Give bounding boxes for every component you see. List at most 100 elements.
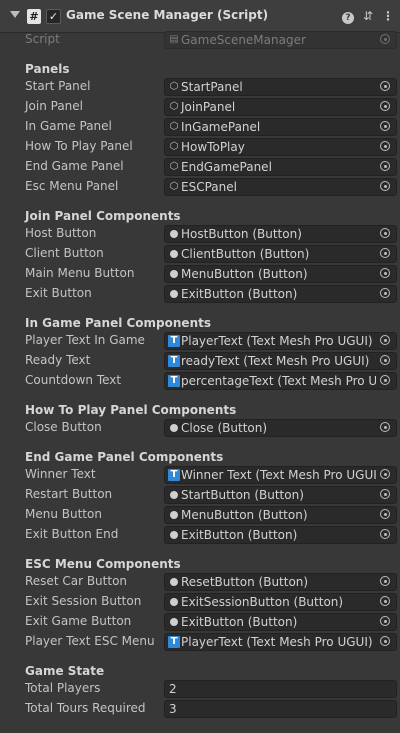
- more-options-icon[interactable]: ⋮: [380, 8, 396, 24]
- component-title[interactable]: Game Scene Manager (Script): [66, 8, 268, 22]
- button-component-icon: [168, 248, 180, 260]
- object-field[interactable]: MenuButton (Button): [164, 506, 397, 524]
- object-picker-icon[interactable]: [376, 353, 396, 369]
- object-picker-icon[interactable]: [376, 527, 396, 543]
- field-value: Close (Button): [181, 421, 268, 435]
- object-field[interactable]: Close (Button): [164, 419, 397, 437]
- field-row-client-button: Client Button ClientButton (Button): [0, 244, 400, 264]
- field-row-ready-text: Ready Text TreadyText (Text Mesh Pro UGU…: [0, 351, 400, 371]
- field-row-player-text-in-game: Player Text In Game T PlayerText (Text Me…: [0, 331, 400, 351]
- object-field[interactable]: ⬡ EndGamePanel: [164, 158, 397, 176]
- field-value: percentageText (Text Mesh Pro UGUI): [181, 374, 397, 388]
- field-value: StartButton (Button): [181, 488, 304, 502]
- object-picker-icon[interactable]: [376, 594, 396, 610]
- field-label: Host Button: [25, 226, 97, 240]
- object-field[interactable]: TpercentageText (Text Mesh Pro UGUI): [164, 372, 397, 390]
- object-picker-icon[interactable]: [376, 420, 396, 436]
- field-row-reset-car-button: Reset Car Button ResetButton (Button): [0, 572, 400, 592]
- object-picker-icon[interactable]: [376, 634, 396, 650]
- script-asset-icon: ▤: [169, 34, 179, 45]
- field-value: Winner Text (Text Mesh Pro UGUI): [181, 468, 382, 482]
- object-picker-icon[interactable]: [376, 614, 396, 630]
- help-icon[interactable]: ?: [340, 8, 356, 24]
- field-value: ExitButton (Button): [181, 287, 298, 301]
- button-component-icon: [168, 616, 180, 628]
- field-label: End Game Panel: [25, 159, 124, 173]
- field-row-exit-session-button: Exit Session Button ExitSessionButton (B…: [0, 592, 400, 612]
- object-field[interactable]: ExitButton (Button): [164, 285, 397, 303]
- field-label: Esc Menu Panel: [25, 179, 119, 193]
- object-field[interactable]: StartButton (Button): [164, 486, 397, 504]
- object-picker-icon[interactable]: [376, 179, 396, 195]
- object-picker-icon[interactable]: [376, 373, 396, 389]
- object-field[interactable]: TreadyText (Text Mesh Pro UGUI): [164, 352, 397, 370]
- object-field[interactable]: ⬡ InGamePanel: [164, 118, 397, 136]
- presets-icon[interactable]: ⇵: [360, 8, 376, 24]
- int-field[interactable]: 2: [164, 680, 397, 698]
- section-join-panel: Join Panel Components: [25, 209, 181, 223]
- field-label: Exit Button End: [25, 527, 119, 541]
- script-label: Script: [25, 32, 60, 46]
- section-how-to-play-panel: How To Play Panel Components: [25, 403, 237, 417]
- object-picker-icon[interactable]: [376, 286, 396, 302]
- button-component-icon: [168, 268, 180, 280]
- button-component-icon: [168, 288, 180, 300]
- object-field[interactable]: T PlayerText (Text Mesh Pro UGUI): [164, 332, 397, 350]
- object-picker-icon[interactable]: [376, 467, 396, 483]
- script-value: GameSceneManager: [181, 33, 306, 47]
- object-picker-icon[interactable]: [376, 79, 396, 95]
- object-field[interactable]: ExitButton (Button): [164, 526, 397, 544]
- field-value: PlayerText (Text Mesh Pro UGUI): [181, 334, 373, 348]
- object-picker-icon: [376, 32, 396, 48]
- text-mesh-pro-icon: T: [168, 636, 180, 648]
- field-row-total-tours-required: Total Tours Required 3: [0, 699, 400, 719]
- object-picker-icon[interactable]: [376, 246, 396, 262]
- object-field[interactable]: MenuButton (Button): [164, 265, 397, 283]
- object-field[interactable]: HostButton (Button): [164, 225, 397, 243]
- object-picker-icon[interactable]: [376, 159, 396, 175]
- object-field[interactable]: ⬡ HowToPlay: [164, 138, 397, 156]
- object-field[interactable]: ExitSessionButton (Button): [164, 593, 397, 611]
- object-field[interactable]: ResetButton (Button): [164, 573, 397, 591]
- field-label: Countdown Text: [25, 373, 122, 387]
- script-icon: #: [27, 9, 41, 24]
- object-picker-icon[interactable]: [376, 119, 396, 135]
- component-enabled-checkbox[interactable]: ✓: [46, 9, 61, 24]
- object-field[interactable]: T PlayerText (Text Mesh Pro UGUI): [164, 633, 397, 651]
- object-field[interactable]: T Winner Text (Text Mesh Pro UGUI): [164, 466, 397, 484]
- object-picker-icon[interactable]: [376, 266, 396, 282]
- field-value: PlayerText (Text Mesh Pro UGUI): [181, 635, 373, 649]
- object-field[interactable]: ⬡ ESCPanel: [164, 178, 397, 196]
- button-component-icon: [168, 596, 180, 608]
- object-picker-icon[interactable]: [376, 574, 396, 590]
- field-label: Main Menu Button: [25, 266, 135, 280]
- object-field[interactable]: ClientButton (Button): [164, 245, 397, 263]
- field-label: Exit Game Button: [25, 614, 132, 628]
- field-label: Exit Session Button: [25, 594, 142, 608]
- int-field[interactable]: 3: [164, 700, 397, 718]
- object-field[interactable]: ⬡ StartPanel: [164, 78, 397, 96]
- field-row-exit-button: Exit Button ExitButton (Button): [0, 284, 400, 304]
- foldout-arrow-icon[interactable]: [10, 11, 20, 18]
- field-label: Reset Car Button: [25, 574, 128, 588]
- cube-icon: ⬡: [169, 141, 179, 152]
- object-picker-icon[interactable]: [376, 507, 396, 523]
- field-label: Restart Button: [25, 487, 113, 501]
- object-field[interactable]: ⬡ JoinPanel: [164, 98, 397, 116]
- field-row-winner-text: Winner Text T Winner Text (Text Mesh Pro …: [0, 465, 400, 485]
- object-picker-icon[interactable]: [376, 139, 396, 155]
- object-field[interactable]: ExitButton (Button): [164, 613, 397, 631]
- object-picker-icon[interactable]: [376, 99, 396, 115]
- object-picker-icon[interactable]: [376, 226, 396, 242]
- field-row-exit-game-button: Exit Game Button ExitButton (Button): [0, 612, 400, 632]
- cube-icon: ⬡: [169, 101, 179, 112]
- field-value: ExitSessionButton (Button): [181, 595, 344, 609]
- object-picker-icon[interactable]: [376, 487, 396, 503]
- field-row-menu-button: Menu Button MenuButton (Button): [0, 505, 400, 525]
- button-component-icon: [168, 576, 180, 588]
- field-value: StartPanel: [181, 80, 243, 94]
- text-mesh-pro-icon: T: [168, 355, 180, 367]
- button-component-icon: [168, 529, 180, 541]
- object-picker-icon[interactable]: [376, 333, 396, 349]
- section-end-game-panel: End Game Panel Components: [25, 450, 224, 464]
